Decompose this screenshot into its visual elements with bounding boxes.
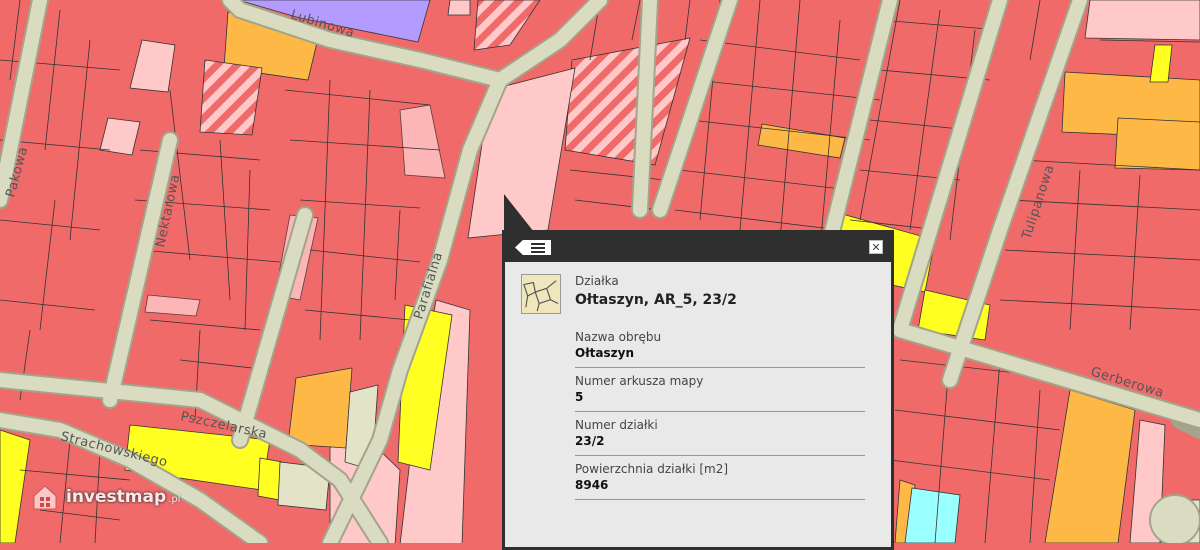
parcel-map-icon <box>521 274 561 314</box>
attribute-row: Numer arkusza mapy 5 <box>575 368 865 412</box>
investmap-watermark: investmap .pl <box>30 482 180 512</box>
feature-info-popup: ✕ Działka Ołtaszyn, AR_5, 23/2 Nazwa obr… <box>502 230 894 550</box>
popup-body: Działka Ołtaszyn, AR_5, 23/2 Nazwa obręb… <box>505 262 891 500</box>
feature-type: Działka <box>575 274 619 288</box>
list-icon[interactable] <box>515 240 551 255</box>
feature-heading: Działka Ołtaszyn, AR_5, 23/2 <box>575 274 737 308</box>
close-icon[interactable]: ✕ <box>869 240 883 254</box>
attribute-label: Nazwa obrębu <box>575 330 662 344</box>
attribute-row: Powierzchnia działki [m2] 8946 <box>575 456 865 500</box>
attribute-label: Powierzchnia działki [m2] <box>575 462 729 476</box>
feature-title: Ołtaszyn, AR_5, 23/2 <box>575 292 737 308</box>
attribute-value: 23/2 <box>575 434 605 448</box>
attribute-row: Nazwa obrębu Ołtaszyn <box>575 324 865 368</box>
attribute-label: Numer arkusza mapy <box>575 374 704 388</box>
watermark-suffix: .pl <box>168 493 181 505</box>
watermark-text: investmap <box>66 487 167 507</box>
attribute-value: 8946 <box>575 478 609 492</box>
attribute-row: Numer działki 23/2 <box>575 412 865 456</box>
attribute-value: 5 <box>575 390 584 404</box>
investmap-logo-icon <box>33 485 57 510</box>
popup-header: ✕ <box>505 230 891 262</box>
attribute-label: Numer działki <box>575 418 658 432</box>
feature-header: Działka Ołtaszyn, AR_5, 23/2 <box>521 274 865 314</box>
attribute-value: Ołtaszyn <box>575 346 634 360</box>
popup-pointer <box>504 194 534 232</box>
